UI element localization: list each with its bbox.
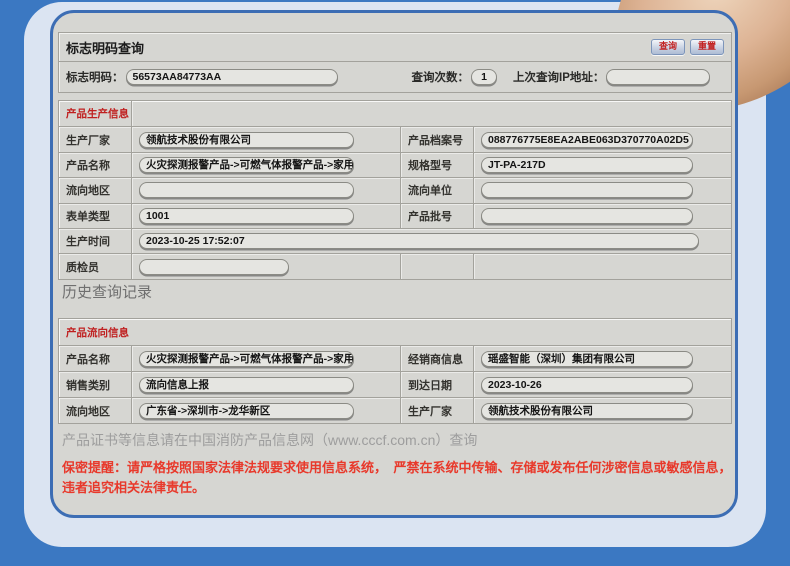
sales-type-row: 销售类别 流向信息上报 到达日期 2023-10-26 — [59, 371, 731, 397]
dealer-info-input[interactable]: 瑶盛智能（深圳）集团有限公司 — [481, 351, 693, 367]
field-label: 到达日期 — [400, 372, 473, 397]
table-header-row: 产品流向信息 — [59, 319, 731, 345]
manufacturer-input[interactable]: 领航技术股份有限公司 — [139, 132, 354, 148]
form-type-input[interactable]: 1001 — [139, 208, 354, 224]
product-name-input[interactable]: 火灾探测报警产品->可燃气体报警产品->家用可燃气体探测 — [139, 157, 354, 173]
main-panel: 标志明码查询 查询 重置 标志明码： 56573AA84773AA 查询次数： … — [50, 10, 738, 518]
sales-type-input[interactable]: 流向信息上报 — [139, 377, 354, 393]
field-label: 生产时间 — [59, 229, 131, 253]
query-count-label: 查询次数： — [412, 69, 470, 85]
flow-region2-row: 流向地区 广东省->深圳市->龙华新区 生产厂家 领航技术股份有限公司 — [59, 397, 731, 423]
production-time-row: 生产时间 2023-10-25 17:52:07 — [59, 228, 731, 253]
flow-region-row: 流向地区 流向单位 — [59, 177, 731, 202]
production-time-input[interactable]: 2023-10-25 17:52:07 — [139, 233, 699, 249]
cert-info-note: 产品证书等信息请在中国消防产品信息网（www.cccf.com.cn）查询 — [62, 430, 477, 450]
last-ip-label: 上次查询IP地址： — [513, 69, 604, 85]
field-label: 规格型号 — [400, 153, 473, 177]
field-label: 生产厂家 — [59, 127, 131, 151]
query-box: 标志明码查询 查询 重置 标志明码： 56573AA84773AA 查询次数： … — [58, 32, 732, 93]
query-count-value: 1 — [471, 69, 497, 85]
field-label: 流向地区 — [59, 398, 131, 423]
batch-no-input[interactable] — [481, 208, 693, 224]
security-warning: 保密提醒：请严格按照国家法律法规要求使用信息系统， 严禁在系统中传输、存储或发布… — [62, 458, 740, 498]
flow-info-table: 产品流向信息 产品名称 火灾探测报警产品->可燃气体报警产品->家用可燃气体探测… — [58, 318, 732, 424]
flow-region-input[interactable] — [139, 182, 354, 198]
field-label: 表单类型 — [59, 204, 131, 228]
model-input[interactable]: JT-PA-217D — [481, 157, 693, 173]
inspector-input[interactable] — [139, 259, 289, 275]
production-info-table: 产品生产信息 生产厂家 领航技术股份有限公司 产品档案号 088776775E8… — [58, 100, 732, 280]
flow-manufacturer-input[interactable]: 领航技术股份有限公司 — [481, 403, 693, 419]
field-label: 流向单位 — [400, 178, 473, 202]
flow-product-name-input[interactable]: 火灾探测报警产品->可燃气体报警产品->家用可燃气体探测 — [139, 351, 354, 367]
field-label: 经销商信息 — [400, 346, 473, 371]
field-label: 产品名称 — [59, 153, 131, 177]
production-info-header: 产品生产信息 — [66, 106, 129, 121]
code-label: 标志明码： — [66, 69, 124, 85]
field-label: 产品名称 — [59, 346, 131, 371]
product-file-no-input[interactable]: 088776775E8EA2ABE063D370770A02D5 — [481, 132, 693, 148]
field-label: 流向地区 — [59, 178, 131, 202]
table-header-row: 产品生产信息 — [59, 101, 731, 126]
title-row: 标志明码查询 查询 重置 — [59, 33, 731, 61]
arrival-date-input[interactable]: 2023-10-26 — [481, 377, 693, 393]
field-label: 销售类别 — [59, 372, 131, 397]
field-label: 质检员 — [59, 254, 131, 278]
history-query-title: 历史查询记录 — [62, 281, 152, 302]
flow-unit-input[interactable] — [481, 182, 693, 198]
toolbar: 查询 重置 — [651, 39, 724, 55]
last-ip-input — [606, 69, 710, 85]
field-label: 产品档案号 — [400, 127, 473, 151]
reset-button[interactable]: 重置 — [690, 39, 724, 55]
product-name-row: 产品名称 火灾探测报警产品->可燃气体报警产品->家用可燃气体探测 规格型号 J… — [59, 152, 731, 177]
inspector-row: 质检员 — [59, 253, 731, 278]
flow-region2-input[interactable]: 广东省->深圳市->龙华新区 — [139, 403, 354, 419]
search-row: 标志明码： 56573AA84773AA 查询次数： 1 上次查询IP地址： — [59, 61, 731, 92]
flow-info-header: 产品流向信息 — [66, 325, 129, 340]
query-button[interactable]: 查询 — [651, 39, 685, 55]
form-type-row: 表单类型 1001 产品批号 — [59, 203, 731, 228]
page-title: 标志明码查询 — [66, 38, 144, 57]
manufacturer-row: 生产厂家 领航技术股份有限公司 产品档案号 088776775E8EA2ABE0… — [59, 126, 731, 151]
field-label: 产品批号 — [400, 204, 473, 228]
code-input[interactable]: 56573AA84773AA — [126, 69, 338, 85]
flow-product-name-row: 产品名称 火灾探测报警产品->可燃气体报警产品->家用可燃气体探测 经销商信息 … — [59, 345, 731, 371]
field-label: 生产厂家 — [400, 398, 473, 423]
